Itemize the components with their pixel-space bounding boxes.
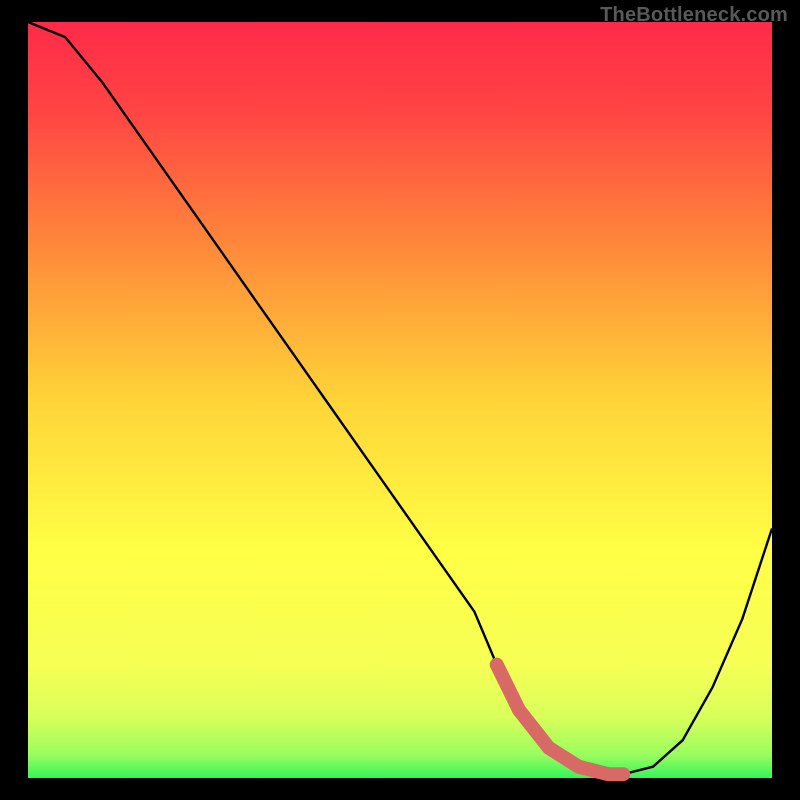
bottleneck-chart: [0, 0, 800, 800]
attribution-watermark: TheBottleneck.com: [600, 4, 788, 27]
chart-stage: TheBottleneck.com: [0, 0, 800, 800]
